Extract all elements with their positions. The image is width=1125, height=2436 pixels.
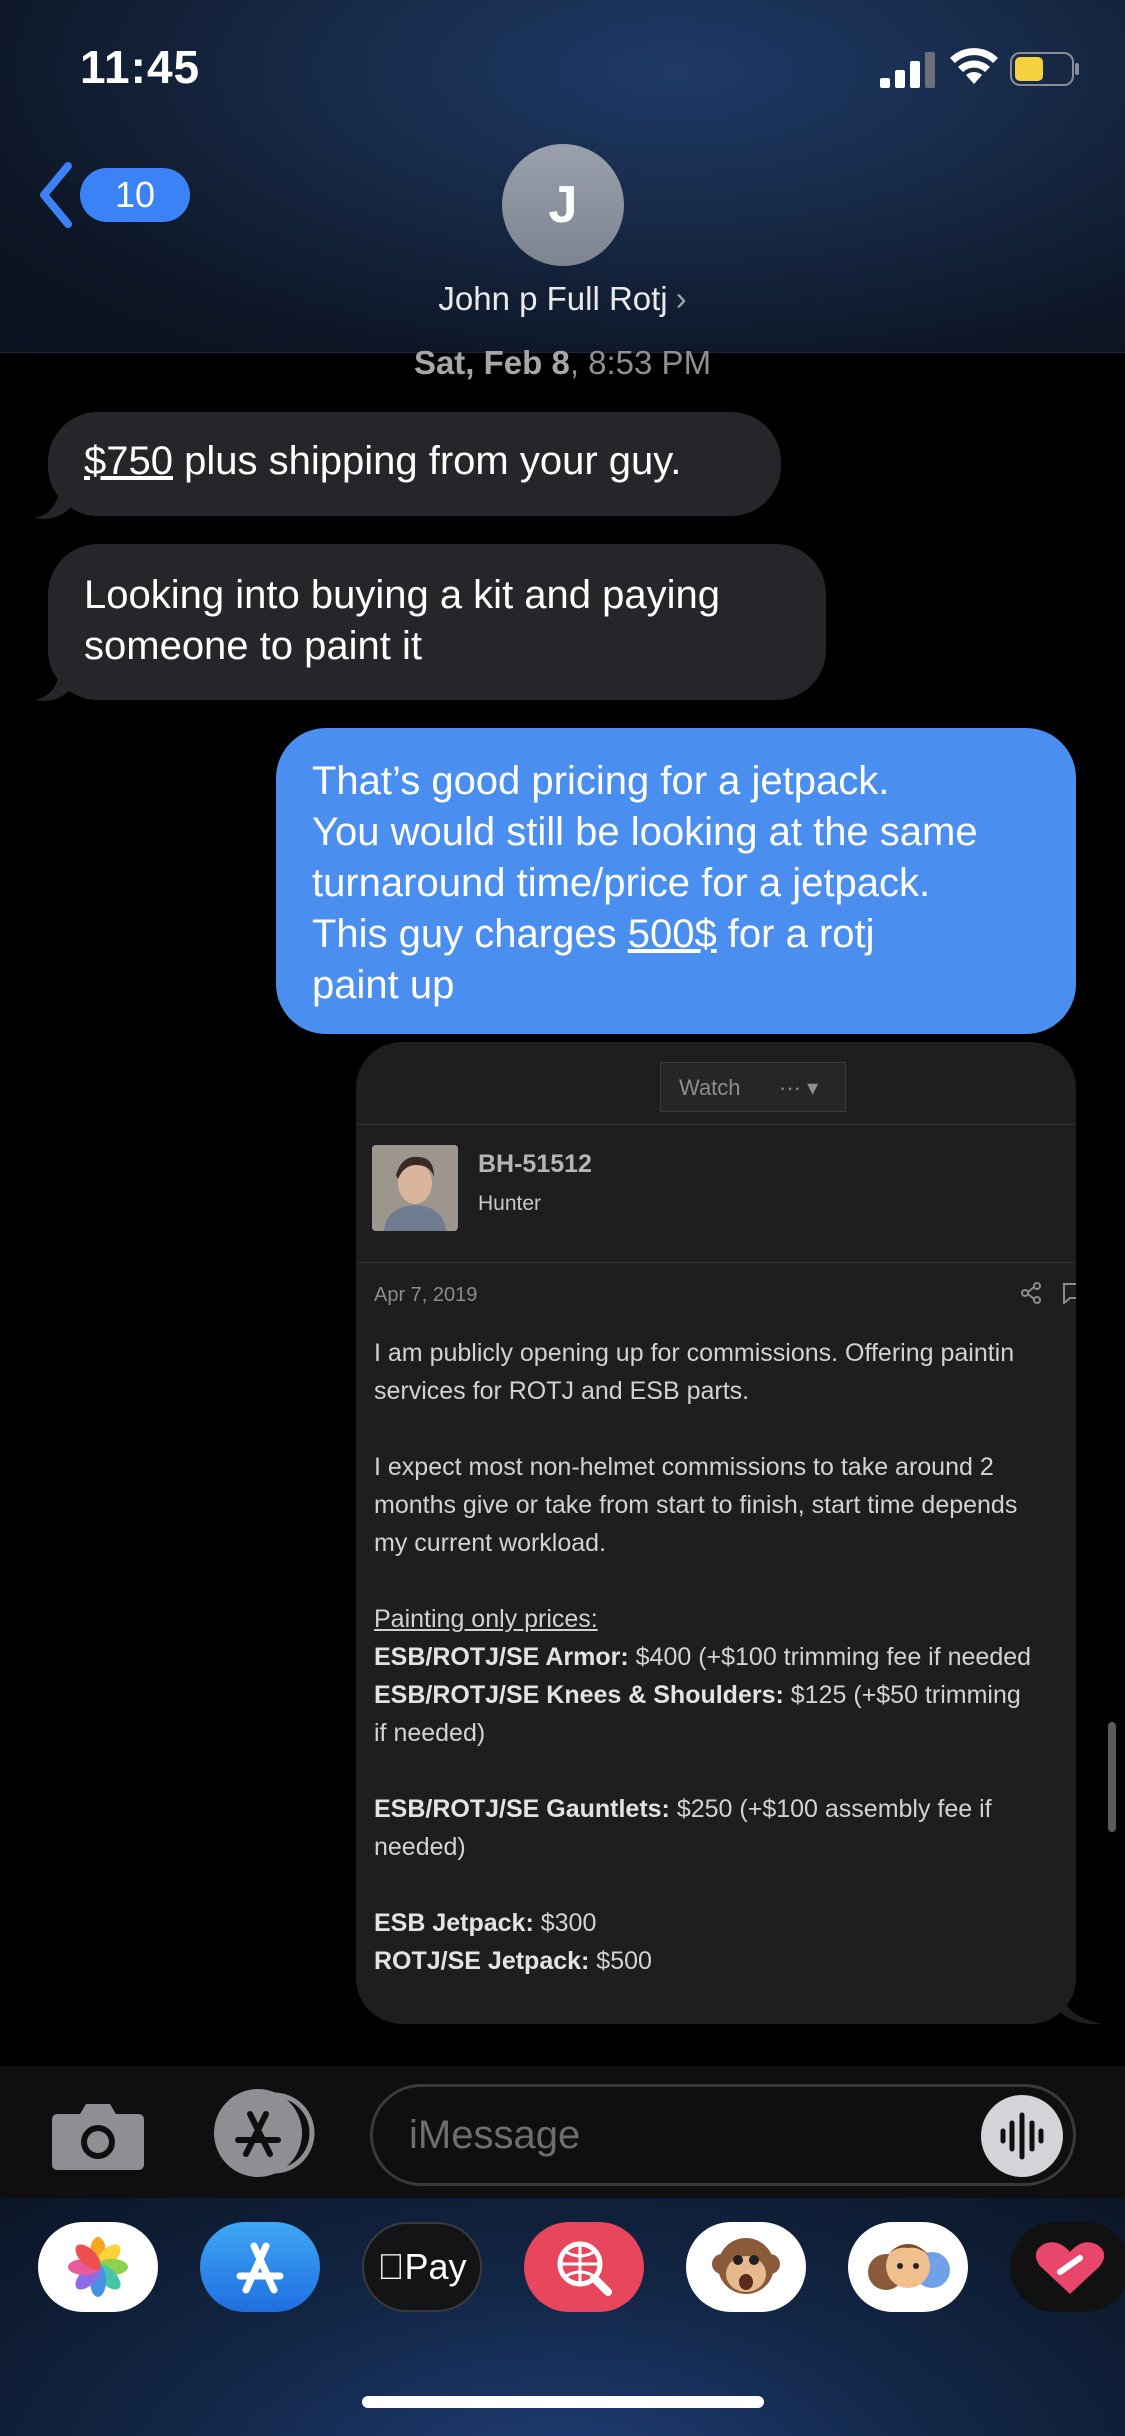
post-username: BH-51512 xyxy=(478,1150,592,1178)
message-text: plus shipping from your guy. xyxy=(172,439,682,483)
forum-screenshot-image[interactable]: Watch ··· ▾ BH-51512 Hunter Apr 7, 2019 … xyxy=(356,1042,1076,2024)
post-line: I expect most non-helmet commissions to … xyxy=(374,1453,994,1481)
photos-app-icon[interactable] xyxy=(38,2222,158,2312)
post-line: services for ROTJ and ESB parts. xyxy=(374,1377,750,1405)
message-input[interactable]: iMessage xyxy=(370,2084,1076,2186)
price-label: ESB/ROTJ/SE Armor: xyxy=(374,1643,629,1671)
price-line: ESB/ROTJ/SE Armor: $400 (+$100 trimming … xyxy=(374,1638,1076,1676)
message-text: This guy charges xyxy=(312,912,628,956)
message-line: paint up xyxy=(312,963,455,1007)
message-line: someone to paint it xyxy=(84,624,422,668)
scrollbar[interactable] xyxy=(1108,1722,1116,1832)
price-label: ESB Jetpack: xyxy=(374,1909,534,1937)
incoming-message-bubble[interactable]: $750 plus shipping from your guy. xyxy=(48,412,781,516)
conversation-header: 11:45 10 J John p Full Rotj › xyxy=(0,0,1125,353)
price-label: ESB/ROTJ/SE Gauntlets: xyxy=(374,1795,670,1823)
app-store-button[interactable] xyxy=(208,2088,318,2178)
price-line: ROTJ/SE Jetpack: $500 xyxy=(374,1942,1076,1980)
outgoing-message-bubble[interactable]: That’s good pricing for a jetpack. You w… xyxy=(276,728,1076,1034)
price-line: ESB Jetpack: $300 xyxy=(374,1904,1076,1942)
price-value: $400 (+$100 trimming fee if needed xyxy=(628,1643,1032,1671)
message-line: That’s good pricing for a jetpack. xyxy=(312,759,890,803)
imessage-app-drawer: Pay xyxy=(0,2198,1125,2436)
more-menu-icon: ··· ▾ xyxy=(779,1075,819,1100)
waveform-icon xyxy=(1000,2112,1044,2160)
message-line: You would still be looking at the same xyxy=(312,810,978,854)
contact-name: John p Full Rotj xyxy=(438,280,668,317)
apple-pay-label: Pay xyxy=(364,2224,480,2310)
watch-button: Watch ··· ▾ xyxy=(660,1062,846,1112)
audio-record-button[interactable] xyxy=(981,2095,1063,2177)
message-composer: iMessage xyxy=(0,2066,1125,2198)
apple-pay-text: Pay xyxy=(390,2246,466,2287)
price-value: $300 xyxy=(533,1909,597,1937)
price-value: $250 (+$100 assembly fee if xyxy=(669,1795,992,1823)
unread-count-badge: 10 xyxy=(80,168,190,222)
post-body: I am publicly opening up for commissions… xyxy=(374,1334,1076,1980)
message-text: for a rotj xyxy=(716,912,875,956)
prices-heading-text: Painting only prices: xyxy=(374,1605,598,1633)
chevron-right-icon: › xyxy=(675,280,687,317)
heart-icon xyxy=(1035,2242,1105,2294)
home-indicator[interactable] xyxy=(362,2396,764,2408)
timestamp-time: , 8:53 PM xyxy=(569,344,712,381)
app-store-a-icon xyxy=(236,2242,284,2294)
bubble-tail-icon xyxy=(1060,1990,1102,2025)
search-images-app-icon[interactable] xyxy=(524,2222,644,2312)
post-line: months give or take from start to finish… xyxy=(374,1491,1018,1519)
app-store-app-icon[interactable] xyxy=(200,2222,320,2312)
post-line: I am publicly opening up for commissions… xyxy=(374,1339,1015,1367)
prices-heading: Painting only prices: xyxy=(374,1600,1076,1638)
price-label: ESB/ROTJ/SE Knees & Shoulders: xyxy=(374,1681,784,1709)
price-value: $500 xyxy=(589,1947,652,1975)
divider xyxy=(356,1124,1076,1125)
detected-price-link[interactable]: $750 xyxy=(84,439,173,483)
incoming-message-bubble[interactable]: Looking into buying a kit and paying som… xyxy=(48,544,826,700)
bubble-tail-icon xyxy=(34,484,70,519)
memoji-app-icon[interactable] xyxy=(848,2222,968,2312)
post-line: needed) xyxy=(374,1833,466,1861)
wifi-icon xyxy=(950,48,998,84)
post-line: if needed) xyxy=(374,1719,486,1747)
message-placeholder: iMessage xyxy=(409,2113,581,2157)
monkey-animoji-app-icon[interactable] xyxy=(686,2222,806,2312)
detected-price-link[interactable]: 500$ xyxy=(628,912,717,956)
globe-search-icon xyxy=(557,2241,612,2296)
contact-name-button[interactable]: John p Full Rotj › xyxy=(0,280,1125,318)
message-line: Looking into buying a kit and paying xyxy=(84,573,721,617)
apple-pay-app-icon[interactable]: Pay xyxy=(362,2222,482,2312)
bookmark-icon xyxy=(1063,1283,1076,1304)
monkey-face-icon xyxy=(712,2238,780,2294)
watch-label: Watch xyxy=(679,1075,741,1100)
post-date: Apr 7, 2019 xyxy=(374,1284,478,1306)
bubble-tail-icon xyxy=(34,666,70,701)
price-label: ROTJ/SE Jetpack: xyxy=(374,1947,590,1975)
status-time: 11:45 xyxy=(80,41,201,93)
price-value: $125 (+$50 trimming xyxy=(783,1681,1021,1709)
battery-icon xyxy=(1010,52,1079,86)
post-line: my current workload. xyxy=(374,1529,607,1557)
chevron-left-icon xyxy=(40,162,72,228)
share-icon xyxy=(1021,1282,1041,1304)
camera-button[interactable] xyxy=(50,2100,146,2172)
message-line: turnaround time/price for a jetpack. xyxy=(312,861,931,905)
message-timestamp: Sat, Feb 8, 8:53 PM xyxy=(0,344,1125,382)
photos-flower-icon xyxy=(68,2237,128,2297)
memoji-faces-icon xyxy=(868,2244,950,2290)
post-user-role: Hunter xyxy=(478,1192,542,1215)
user-profile-picture xyxy=(372,1145,458,1231)
timestamp-day: Sat, Feb 8 xyxy=(413,344,570,381)
price-line: ESB/ROTJ/SE Gauntlets: $250 (+$100 assem… xyxy=(374,1790,1076,1828)
price-line: ESB/ROTJ/SE Knees & Shoulders: $125 (+$5… xyxy=(374,1676,1076,1714)
divider xyxy=(356,1262,1076,1263)
person-photo-icon xyxy=(372,1145,458,1231)
cellular-signal-icon xyxy=(880,52,935,88)
heart-stickers-app-icon[interactable] xyxy=(1010,2222,1125,2312)
back-button[interactable]: 10 xyxy=(36,160,190,230)
contact-avatar[interactable]: J xyxy=(502,144,624,266)
message-line: This guy charges 500$ for a rotj xyxy=(312,909,1040,960)
more-label: ··· xyxy=(779,1075,801,1100)
